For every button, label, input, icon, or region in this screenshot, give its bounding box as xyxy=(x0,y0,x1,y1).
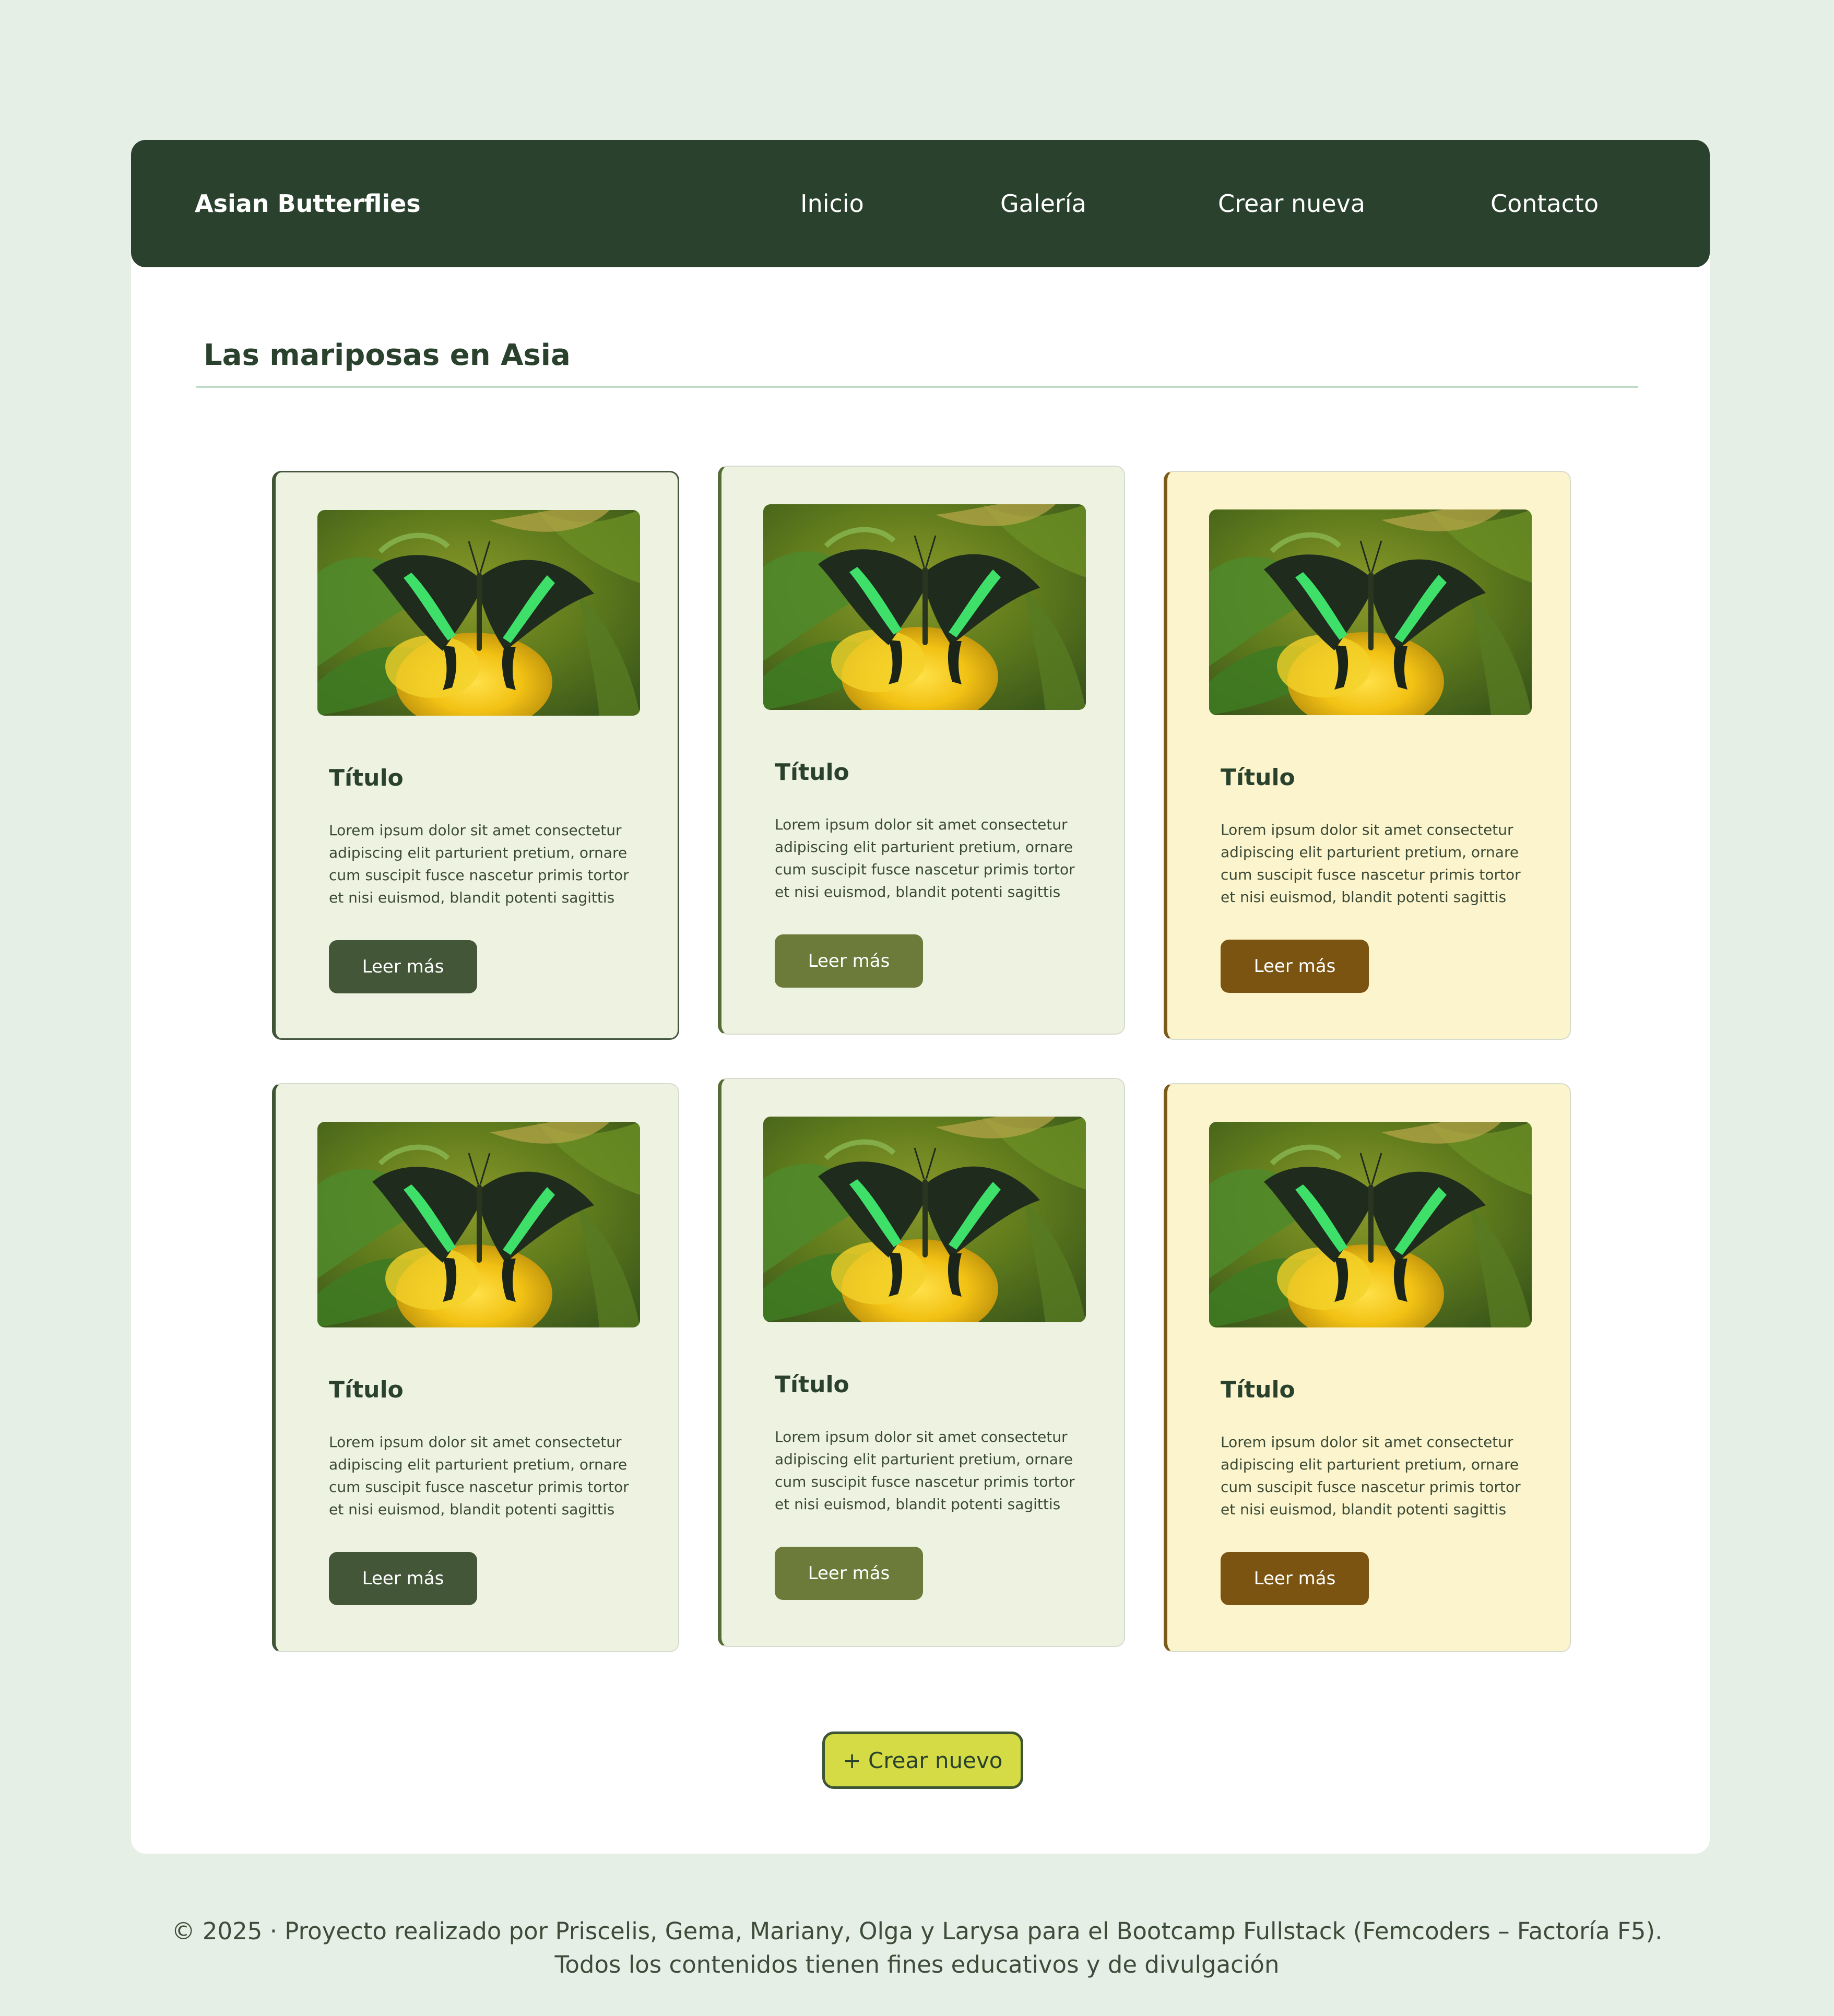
butterfly-card: Título Lorem ipsum dolor sit amet consec… xyxy=(718,1078,1125,1647)
butterfly-card: Título Lorem ipsum dolor sit amet consec… xyxy=(1164,471,1571,1040)
butterfly-card: Título Lorem ipsum dolor sit amet consec… xyxy=(272,1083,679,1652)
card-text: Lorem ipsum dolor sit amet consectetur a… xyxy=(329,1433,629,1518)
butterfly-image xyxy=(317,510,640,716)
footer: © 2025 · Proyecto realizado por Prisceli… xyxy=(0,1915,1834,1982)
butterfly-card: Título Lorem ipsum dolor sit amet consec… xyxy=(1164,1083,1571,1652)
read-more-button[interactable]: Leer más xyxy=(329,940,477,993)
title-divider xyxy=(196,386,1638,388)
nav-link-inicio[interactable]: Inicio xyxy=(800,140,864,267)
brand-logo[interactable]: Asian Butterflies xyxy=(195,140,421,267)
card-title: Título xyxy=(329,1377,404,1403)
butterfly-image xyxy=(317,1122,640,1327)
read-more-button[interactable]: Leer más xyxy=(1221,1552,1369,1605)
page-container: Asian Butterflies Inicio Galería Crear n… xyxy=(131,140,1710,1854)
card-title: Título xyxy=(775,1371,849,1398)
read-more-button[interactable]: Leer más xyxy=(775,1547,923,1600)
butterfly-image xyxy=(763,1117,1086,1322)
butterfly-image xyxy=(1209,509,1532,715)
card-text: Lorem ipsum dolor sit amet consectetur a… xyxy=(775,816,1075,900)
butterfly-card: Título Lorem ipsum dolor sit amet consec… xyxy=(718,466,1125,1035)
card-text: Lorem ipsum dolor sit amet consectetur a… xyxy=(329,822,629,906)
read-more-button[interactable]: Leer más xyxy=(329,1552,477,1605)
card-text: Lorem ipsum dolor sit amet consectetur a… xyxy=(1221,821,1521,906)
card-title: Título xyxy=(1221,764,1295,791)
nav-link-contacto[interactable]: Contacto xyxy=(1490,140,1599,267)
page-title: Las mariposas en Asia xyxy=(204,338,571,372)
butterfly-image xyxy=(763,504,1086,710)
nav-link-galeria[interactable]: Galería xyxy=(1000,140,1086,267)
butterfly-card: Título Lorem ipsum dolor sit amet consec… xyxy=(272,471,679,1040)
card-text: Lorem ipsum dolor sit amet consectetur a… xyxy=(775,1428,1075,1513)
create-new-button[interactable]: + Crear nuevo xyxy=(822,1732,1023,1789)
card-title: Título xyxy=(329,765,404,791)
butterfly-image xyxy=(1209,1122,1532,1327)
card-title: Título xyxy=(1221,1377,1295,1403)
read-more-button[interactable]: Leer más xyxy=(775,934,923,988)
footer-credits: © 2025 · Proyecto realizado por Prisceli… xyxy=(171,1917,1663,1945)
read-more-button[interactable]: Leer más xyxy=(1221,940,1369,993)
card-title: Título xyxy=(775,759,849,786)
footer-disclaimer: Todos los contenidos tienen fines educat… xyxy=(554,1951,1280,1978)
nav-link-crear-nueva[interactable]: Crear nueva xyxy=(1218,140,1365,267)
navbar: Asian Butterflies Inicio Galería Crear n… xyxy=(131,140,1710,267)
card-text: Lorem ipsum dolor sit amet consectetur a… xyxy=(1221,1433,1521,1518)
